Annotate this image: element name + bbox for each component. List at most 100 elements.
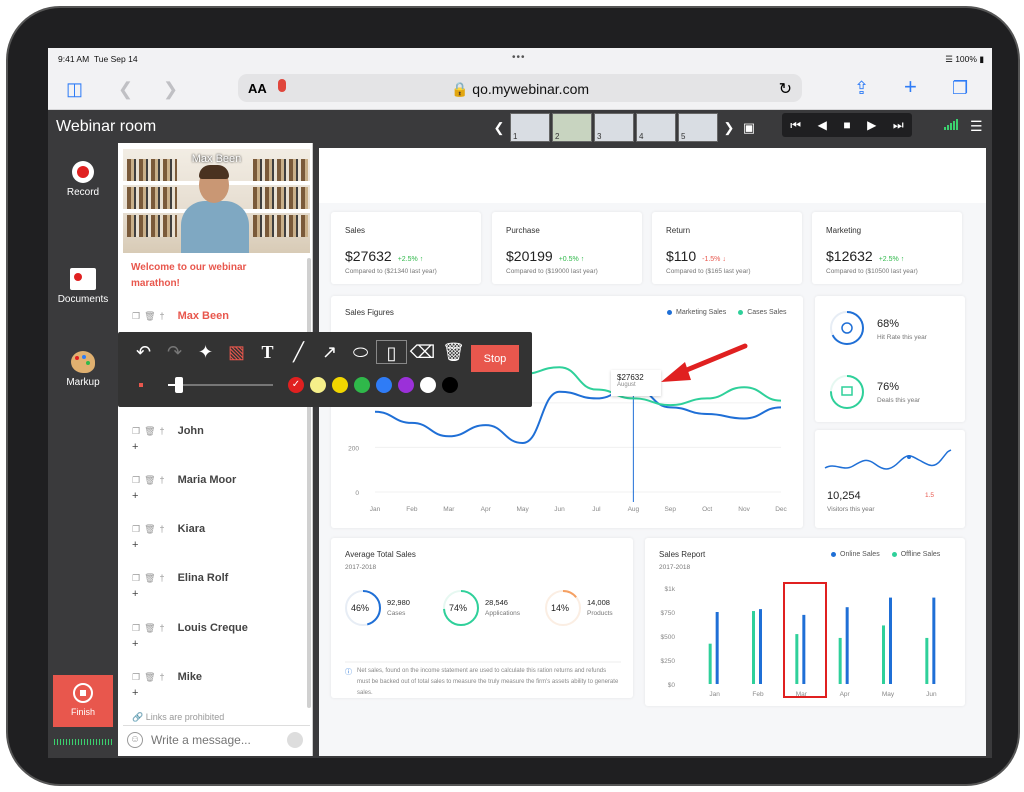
delete-icon[interactable]: 🗑: [144, 475, 155, 485]
text-icon[interactable]: T: [252, 340, 283, 364]
ellipse-icon[interactable]: ⬭: [345, 340, 376, 364]
slide-thumb[interactable]: 1: [510, 113, 550, 142]
sidebar-toggle-icon[interactable]: ◫: [66, 79, 83, 99]
color-swatch[interactable]: [420, 377, 436, 393]
add-icon[interactable]: +: [132, 588, 302, 600]
copy-icon[interactable]: ❐: [132, 311, 140, 321]
menu-icon[interactable]: ☰: [970, 118, 983, 135]
share-icon[interactable]: ⇪: [854, 78, 869, 98]
app-header: Webinar room ❮ 1 2 3 4 5 ❯ ▣ ⏮ ◀ ■ ▶ ⏭ ☰: [48, 110, 992, 143]
slide-thumb[interactable]: 5: [678, 113, 718, 142]
stat-card-purchase: Purchase $20199 +0.5% ↑ Compared to ($190…: [492, 212, 642, 284]
markup-highlight-rectangle[interactable]: [783, 582, 827, 698]
slide-thumbnails: ❮ 1 2 3 4 5 ❯ ▣: [490, 112, 758, 143]
documents-button[interactable]: Documents: [48, 268, 118, 305]
prev-slide-icon[interactable]: ◀: [818, 118, 827, 132]
x-tick-label: Aug: [628, 506, 640, 513]
color-swatch[interactable]: [398, 377, 414, 393]
next-slide-icon[interactable]: ▶: [867, 118, 876, 132]
add-icon[interactable]: +: [132, 441, 302, 453]
chat-input-row: ☺: [123, 725, 310, 753]
pointer-icon[interactable]: ✦: [190, 340, 221, 364]
markup-arrow-annotation[interactable]: [659, 340, 749, 390]
address-bar[interactable]: AA 🔒 qo.mywebinar.com ↻: [238, 74, 802, 102]
add-icon[interactable]: +: [132, 687, 302, 699]
wifi-icon: ☰: [945, 54, 953, 64]
delete-icon[interactable]: 🗑: [144, 524, 155, 534]
highlighter-icon[interactable]: ▧: [221, 340, 252, 364]
reload-icon[interactable]: ↻: [779, 79, 792, 99]
add-icon[interactable]: +: [132, 539, 302, 551]
rectangle-icon[interactable]: ▯: [376, 340, 407, 364]
copy-icon[interactable]: ❐: [132, 524, 140, 534]
chat-message: ❐ 🗑 † Maria Moor +: [132, 474, 302, 502]
record-button[interactable]: Record: [48, 161, 118, 198]
copy-icon[interactable]: ❐: [132, 672, 140, 682]
emoji-icon[interactable]: ☺: [127, 731, 143, 748]
add-icon[interactable]: +: [132, 490, 302, 502]
dashboard-slide: Sales $27632 +2.5% ↑ Compared to ($21340 …: [319, 148, 986, 756]
eraser-icon[interactable]: ⌫: [407, 340, 438, 364]
pin-icon[interactable]: †: [160, 524, 165, 534]
trash-icon[interactable]: 🗑: [438, 340, 469, 364]
color-swatch[interactable]: ✓: [288, 377, 304, 393]
copy-icon[interactable]: ❐: [132, 426, 140, 436]
pin-icon[interactable]: †: [160, 623, 165, 633]
add-icon[interactable]: +: [132, 638, 302, 650]
stat-card-return: Return $110 -1.5% ↓ Compared to ($165 las…: [652, 212, 802, 284]
url-text[interactable]: 🔒 qo.mywebinar.com: [238, 81, 802, 98]
first-slide-icon[interactable]: ⏮: [790, 118, 801, 133]
line-icon[interactable]: ╱: [283, 340, 314, 364]
color-swatch[interactable]: [442, 377, 458, 393]
color-swatch[interactable]: [310, 377, 326, 393]
chat-message-input[interactable]: [151, 732, 281, 747]
delete-icon[interactable]: 🗑: [144, 672, 155, 682]
pin-icon[interactable]: †: [160, 475, 165, 485]
stop-slide-icon[interactable]: ■: [843, 118, 850, 132]
slide-thumb[interactable]: 4: [636, 113, 676, 142]
back-icon[interactable]: ❮: [118, 79, 133, 99]
copy-icon[interactable]: ❐: [132, 623, 140, 633]
bar: [752, 611, 755, 684]
brush-size-slider[interactable]: [168, 377, 273, 393]
new-tab-icon[interactable]: +: [904, 76, 917, 98]
finish-button[interactable]: Finish: [53, 675, 113, 727]
delete-icon[interactable]: 🗑: [144, 573, 155, 583]
slide-thumb[interactable]: 3: [594, 113, 634, 142]
image-icon[interactable]: ▣: [740, 120, 758, 136]
pin-icon[interactable]: †: [160, 672, 165, 682]
copy-icon[interactable]: ❐: [132, 573, 140, 583]
delete-icon[interactable]: 🗑: [144, 311, 155, 321]
copy-icon[interactable]: ❐: [132, 475, 140, 485]
brush-size-indicator: [139, 383, 143, 387]
undo-icon[interactable]: ↶: [128, 340, 159, 364]
pin-icon[interactable]: †: [160, 426, 165, 436]
chat-scrollbar[interactable]: [307, 258, 311, 708]
thumbs-prev-icon[interactable]: ❮: [490, 120, 508, 136]
color-swatch[interactable]: [354, 377, 370, 393]
thumbs-next-icon[interactable]: ❯: [720, 120, 738, 136]
slide-thumb[interactable]: 2: [552, 113, 592, 142]
multitask-dots-icon[interactable]: •••: [512, 52, 526, 63]
arrow-icon[interactable]: ↗: [314, 340, 345, 364]
stat-value: $20199: [506, 248, 553, 264]
x-tick-label: Jun: [554, 506, 565, 513]
delete-icon[interactable]: 🗑: [144, 623, 155, 633]
redo-icon[interactable]: ↷: [159, 340, 190, 364]
brush-size-knob[interactable]: [174, 377, 183, 393]
x-tick-label: Jan: [370, 506, 381, 513]
delete-icon[interactable]: 🗑: [144, 426, 155, 436]
forward-icon[interactable]: ❯: [163, 79, 178, 99]
tooltip-label: August: [617, 382, 636, 388]
markup-button[interactable]: Markup: [48, 351, 118, 388]
last-slide-icon[interactable]: ⏭: [893, 118, 904, 133]
color-swatch[interactable]: [376, 377, 392, 393]
pin-icon[interactable]: †: [160, 573, 165, 583]
pin-icon[interactable]: †: [160, 311, 165, 321]
tabs-icon[interactable]: ❐: [952, 78, 968, 98]
stat-card-sales: Sales $27632 +2.5% ↑ Compared to ($21340 …: [331, 212, 481, 284]
color-swatch[interactable]: [332, 377, 348, 393]
send-icon[interactable]: [287, 731, 303, 748]
ipad-frame: 9:41 AM Tue Sep 14 ••• ☰ 100% ▮ ◫ ❮ ❯ AA…: [8, 8, 1018, 784]
stop-markup-button[interactable]: Stop: [471, 345, 519, 372]
